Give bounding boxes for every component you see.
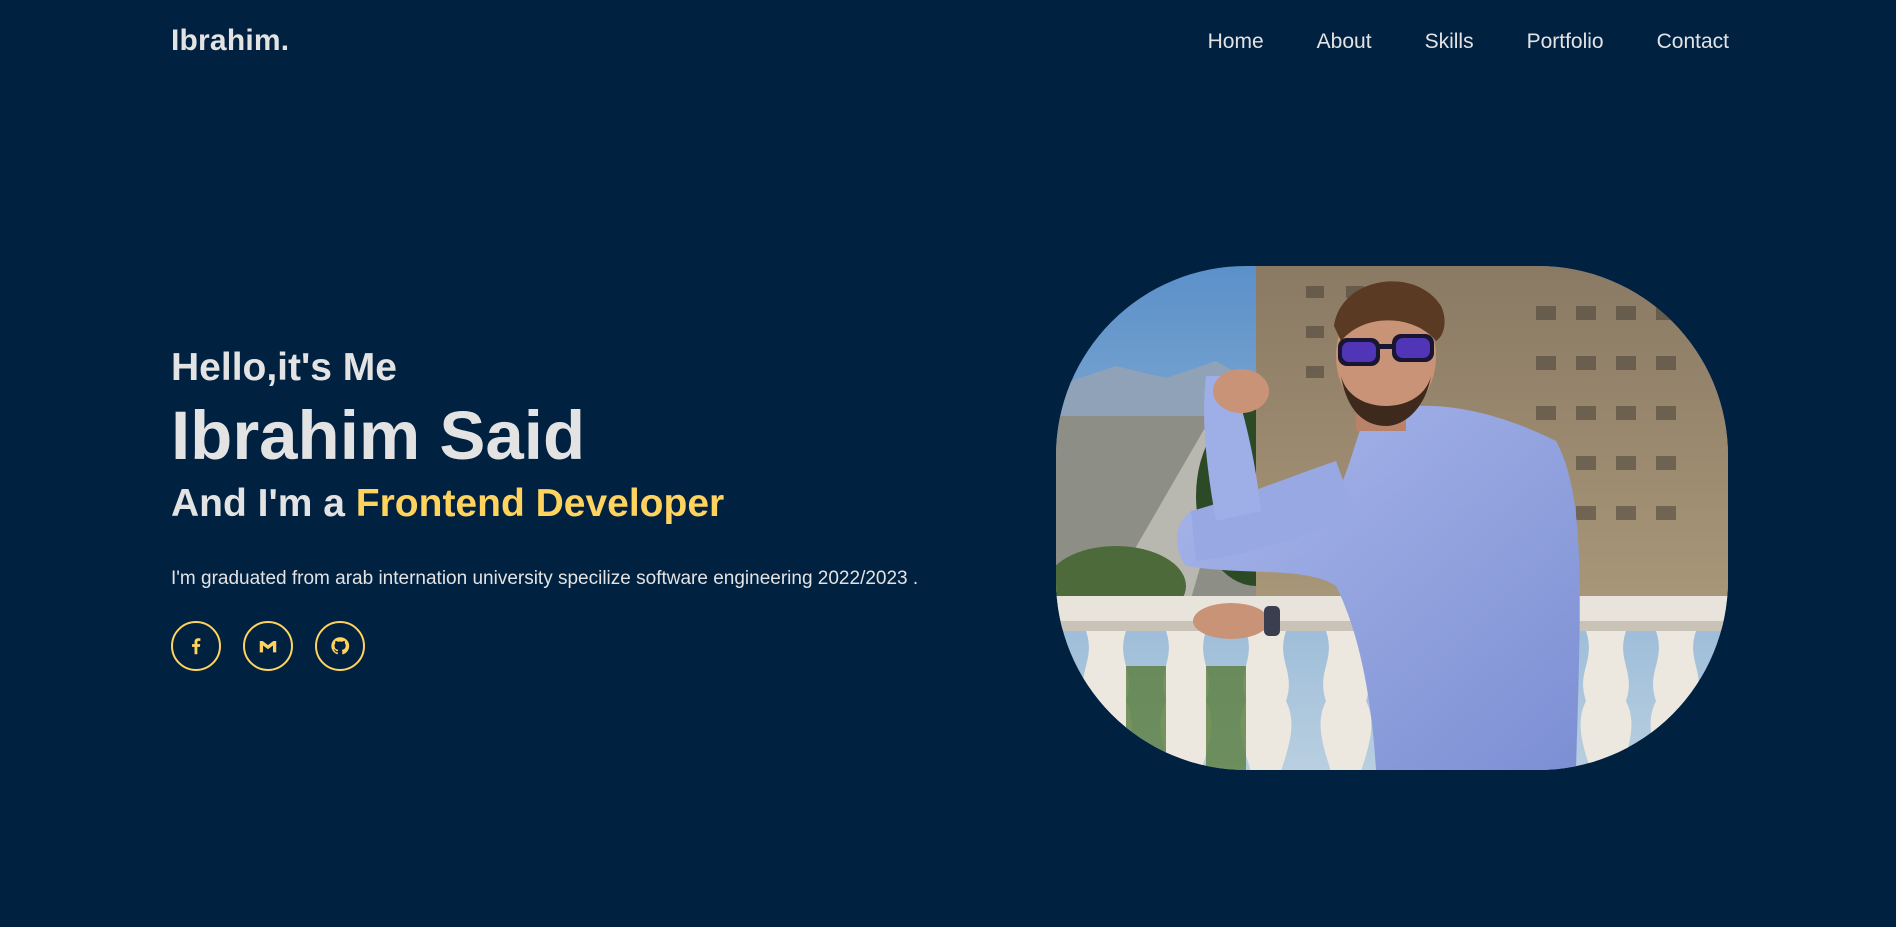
social-links bbox=[171, 621, 1071, 671]
github-link[interactable] bbox=[315, 621, 365, 671]
gmail-icon bbox=[259, 640, 277, 653]
facebook-link[interactable] bbox=[171, 621, 221, 671]
hero-role-prefix: And I'm a bbox=[171, 482, 356, 525]
profile-photo bbox=[1056, 266, 1728, 770]
hero-role-highlight: Frontend Developer bbox=[355, 482, 725, 525]
nav-contact[interactable]: Contact bbox=[1657, 30, 1729, 54]
nav-home[interactable]: Home bbox=[1208, 30, 1264, 54]
github-icon bbox=[331, 637, 350, 655]
hero-greeting: Hello,it's Me bbox=[171, 346, 397, 389]
site-logo[interactable]: Ibrahim. bbox=[171, 24, 289, 58]
main-nav: Home About Skills Portfolio Contact bbox=[1208, 30, 1729, 54]
hero-section: Hello,it's Me Ibrahim Said And I'm a Fro… bbox=[171, 340, 1071, 671]
nav-portfolio[interactable]: Portfolio bbox=[1527, 30, 1604, 54]
hero-role: And I'm a Frontend Developer bbox=[171, 476, 1071, 532]
gmail-link[interactable] bbox=[243, 621, 293, 671]
hero-bio: I'm graduated from arab internation univ… bbox=[171, 568, 919, 589]
site-header: Ibrahim. Home About Skills Portfolio Con… bbox=[0, 0, 1896, 84]
facebook-icon bbox=[192, 638, 201, 655]
nav-about[interactable]: About bbox=[1317, 30, 1372, 54]
profile-photo-image bbox=[1056, 266, 1728, 770]
nav-skills[interactable]: Skills bbox=[1425, 30, 1474, 54]
hero-name: Ibrahim Said bbox=[171, 397, 586, 474]
